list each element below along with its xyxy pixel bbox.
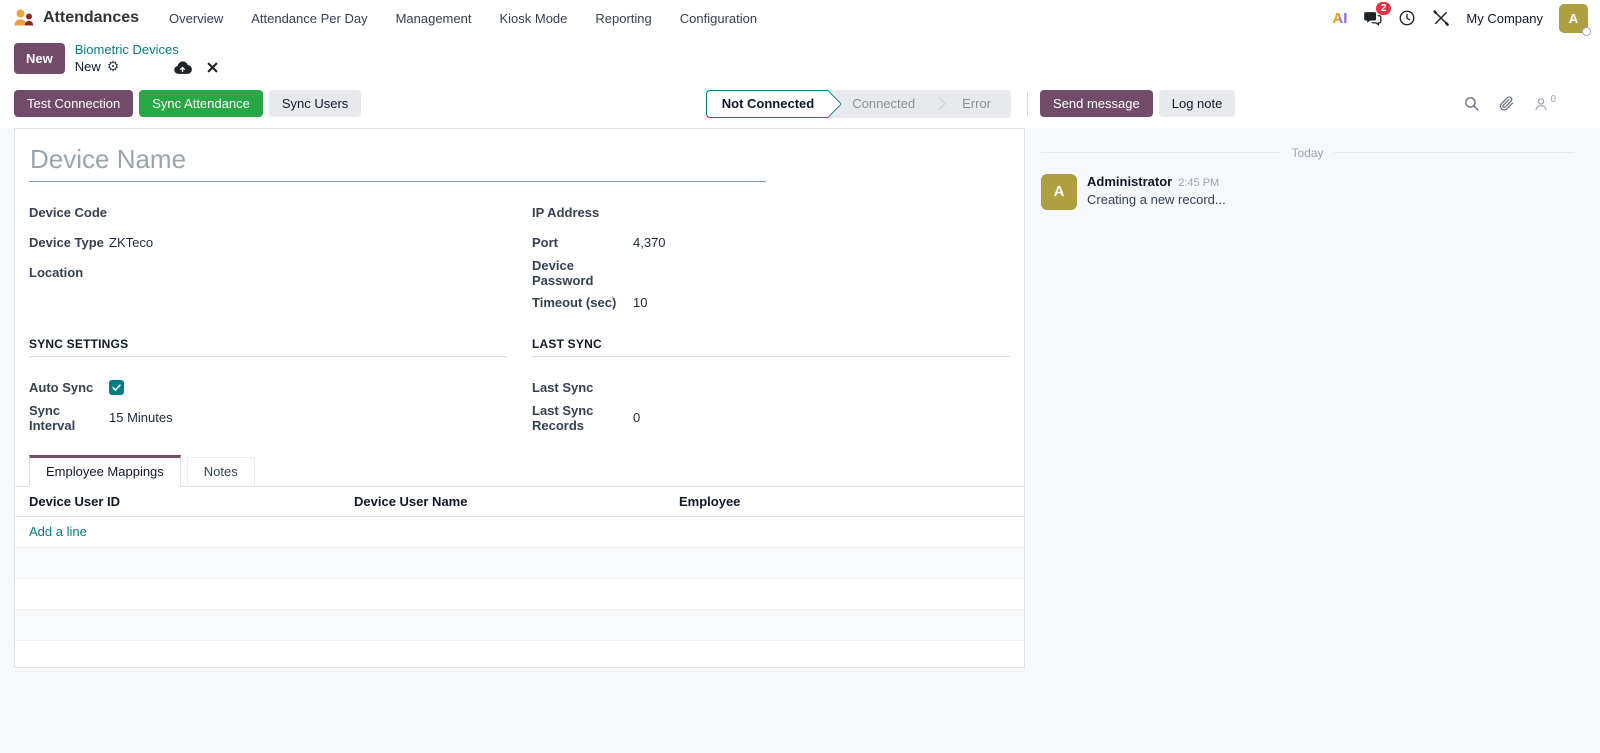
- attendances-app-icon: [12, 6, 36, 30]
- chatter: Today A Administrator 2:45 PM Creating a…: [1025, 128, 1600, 210]
- divider: [1027, 91, 1028, 116]
- last-sync-records-label: Last Sync Records: [532, 402, 594, 433]
- last-sync-records-value: 0: [633, 410, 641, 426]
- main-content: Device Code Device Type ZKTeco Location …: [0, 127, 1600, 753]
- message-body: Creating a new record...: [1087, 191, 1226, 207]
- tools-icon[interactable]: [1432, 9, 1450, 27]
- app-switcher[interactable]: Attendances: [12, 6, 139, 30]
- empty-table-row: [15, 609, 1024, 641]
- last-sync-label: Last Sync: [532, 380, 594, 396]
- attachments-paperclip-icon[interactable]: [1498, 95, 1515, 112]
- menu-configuration[interactable]: Configuration: [668, 5, 769, 32]
- menu-kiosk-mode[interactable]: Kiosk Mode: [487, 5, 579, 32]
- form-sheet: Device Code Device Type ZKTeco Location …: [14, 127, 1025, 672]
- timeout-value[interactable]: 10: [633, 295, 647, 310]
- chatter-message[interactable]: A Administrator 2:45 PM Creating a new r…: [1041, 173, 1574, 210]
- navbar: Attendances Overview Attendance Per Day …: [0, 0, 1600, 36]
- mappings-table-header: Device User ID Device User Name Employee: [15, 487, 1024, 517]
- field-timeout: Timeout (sec) 10: [532, 288, 1010, 318]
- tab-employee-mappings[interactable]: Employee Mappings: [29, 454, 181, 487]
- device-type-value[interactable]: ZKTeco: [109, 235, 153, 250]
- col-device-user-id[interactable]: Device User ID: [29, 494, 354, 509]
- status-pipeline: Not Connected Connected Error: [705, 89, 1011, 118]
- device-code-label: Device Code: [29, 205, 108, 221]
- user-avatar-initial: A: [1568, 10, 1579, 26]
- field-auto-sync: Auto Sync: [29, 373, 507, 403]
- field-location: Location: [29, 258, 507, 288]
- device-name-input[interactable]: [29, 141, 766, 182]
- breadcrumb: New Biometric Devices New ⚙: [0, 36, 1600, 82]
- gear-icon[interactable]: ⚙: [107, 58, 120, 76]
- menu-reporting[interactable]: Reporting: [583, 5, 663, 32]
- device-password-label: Device Password: [532, 257, 594, 288]
- menu-overview[interactable]: Overview: [157, 5, 235, 32]
- new-record-button[interactable]: New: [14, 43, 65, 75]
- empty-table-row: [15, 641, 1024, 672]
- port-label: Port: [532, 235, 558, 251]
- field-device-type: Device Type ZKTeco: [29, 228, 507, 258]
- field-port: Port 4,370: [532, 228, 1010, 258]
- last-sync-section-title: LAST SYNC: [532, 337, 1010, 357]
- status-step-not-connected[interactable]: Not Connected: [705, 89, 829, 118]
- menu-management[interactable]: Management: [384, 5, 484, 32]
- message-timestamp: 2:45 PM: [1178, 176, 1220, 189]
- chatter-date-divider: Today: [1041, 146, 1574, 160]
- empty-table-row: [15, 547, 1024, 579]
- sync-interval-label: Sync Interval: [29, 402, 76, 433]
- ai-icon[interactable]: AI: [1332, 10, 1347, 27]
- messages-icon[interactable]: 2: [1363, 1, 1392, 28]
- add-a-line-link[interactable]: Add a line: [29, 524, 87, 539]
- empty-table-row: [15, 579, 1024, 610]
- discard-icon[interactable]: [206, 61, 219, 74]
- auto-sync-checkbox[interactable]: [109, 380, 124, 396]
- message-avatar: A: [1041, 173, 1077, 210]
- menu-attendance-per-day[interactable]: Attendance Per Day: [239, 5, 379, 32]
- send-message-button[interactable]: Send message: [1040, 90, 1153, 118]
- breadcrumb-parent-link[interactable]: Biometric Devices: [75, 42, 220, 58]
- followers-icon[interactable]: 0: [1533, 93, 1556, 112]
- sync-interval-value[interactable]: 15 Minutes: [109, 410, 173, 425]
- messages-badge: 2: [1375, 1, 1392, 15]
- action-row: Test Connection Sync Attendance Sync Use…: [0, 81, 1600, 128]
- field-last-sync: Last Sync: [532, 373, 1010, 403]
- activities-clock-icon[interactable]: [1398, 9, 1416, 27]
- top-bar: Attendances Overview Attendance Per Day …: [0, 0, 1600, 128]
- field-last-sync-records: Last Sync Records 0: [532, 403, 1010, 433]
- log-note-button[interactable]: Log note: [1158, 90, 1236, 118]
- date-divider-label: Today: [1291, 145, 1324, 160]
- status-step-error[interactable]: Error: [938, 90, 1009, 118]
- save-cloud-icon[interactable]: [173, 60, 193, 75]
- table-row: Add a line: [15, 517, 1024, 548]
- port-value[interactable]: 4,370: [633, 235, 666, 250]
- sync-settings-section-title: SYNC SETTINGS: [29, 337, 507, 357]
- followers-count: 0: [1550, 93, 1556, 105]
- field-device-code: Device Code: [29, 198, 507, 228]
- field-ip-address: IP Address: [532, 198, 1010, 228]
- timeout-label: Timeout (sec): [532, 295, 617, 311]
- ip-address-label: IP Address: [532, 205, 600, 221]
- col-device-user-name[interactable]: Device User Name: [354, 494, 679, 509]
- location-label: Location: [29, 265, 84, 281]
- breadcrumb-current: New: [74, 58, 101, 74]
- field-device-password: Device Password: [532, 258, 1010, 288]
- status-step-connected[interactable]: Connected: [828, 90, 933, 118]
- tab-notes[interactable]: Notes: [186, 456, 255, 486]
- app-name: Attendances: [43, 9, 140, 26]
- device-type-label: Device Type: [29, 235, 104, 251]
- search-messages-icon[interactable]: [1463, 95, 1480, 112]
- field-sync-interval: Sync Interval 15 Minutes: [29, 403, 507, 433]
- col-employee[interactable]: Employee: [679, 494, 1010, 509]
- user-avatar[interactable]: A: [1559, 3, 1591, 36]
- app-menu: Overview Attendance Per Day Management K…: [157, 5, 769, 32]
- presence-dot: [1582, 26, 1591, 36]
- company-switcher[interactable]: My Company: [1466, 11, 1543, 26]
- sync-attendance-button[interactable]: Sync Attendance: [139, 90, 263, 118]
- sync-users-button[interactable]: Sync Users: [268, 90, 362, 118]
- auto-sync-label: Auto Sync: [29, 380, 94, 396]
- message-author[interactable]: Administrator: [1087, 174, 1172, 189]
- notebook-tabs: Employee Mappings Notes: [15, 454, 1024, 487]
- test-connection-button[interactable]: Test Connection: [14, 90, 134, 118]
